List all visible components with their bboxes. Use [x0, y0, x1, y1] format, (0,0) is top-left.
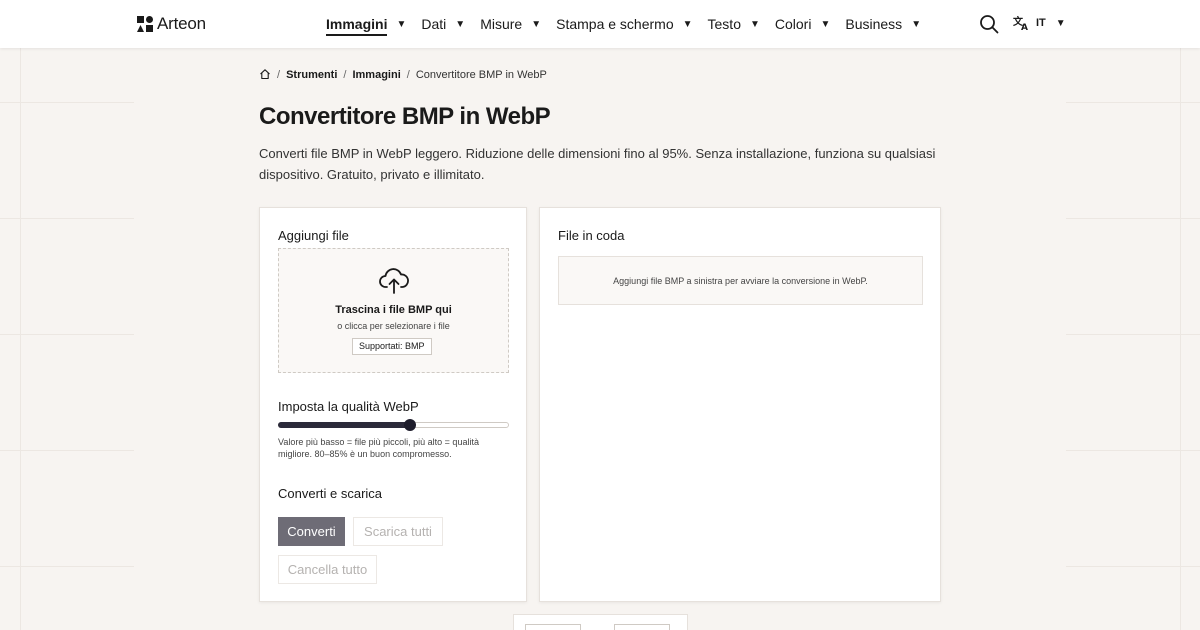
dropzone-subtitle: o clicca per selezionare i file: [337, 321, 450, 331]
dropzone-title: Trascina i file BMP qui: [335, 304, 452, 316]
breadcrumb-separator: /: [343, 69, 347, 81]
nav-item-label: Dati: [421, 16, 447, 32]
breadcrumb-separator: /: [277, 69, 281, 81]
queue-section-title: File in coda: [558, 228, 625, 243]
logo-mark-icon: [137, 16, 153, 32]
nav-item-business[interactable]: Business ▼: [845, 16, 921, 32]
top-navigation-bar: Arteon Immagini ▼ Dati ▼ Misure ▼ Stampa…: [0, 0, 1200, 48]
home-icon[interactable]: [259, 68, 271, 80]
nav-item-label: Immagini: [326, 16, 388, 36]
quality-section-title: Imposta la qualità WebP: [278, 399, 419, 414]
quality-hint: Valore più basso = file più piccoli, più…: [278, 437, 479, 459]
nav-item-testo[interactable]: Testo ▼: [708, 16, 760, 32]
breadcrumb: / Strumenti / Immagini / Convertitore BM…: [259, 68, 547, 81]
converter-controls-card: Aggiungi file Trascina i file BMP qui o …: [259, 207, 527, 602]
main-nav: Immagini ▼ Dati ▼ Misure ▼ Stampa e sche…: [326, 0, 936, 48]
language-selector[interactable]: 文 A IT ▼: [1013, 15, 1066, 31]
nav-item-label: Testo: [707, 16, 741, 32]
caret-down-icon: ▼: [1055, 17, 1066, 29]
caret-down-icon: ▼: [396, 18, 407, 30]
breadcrumb-separator: /: [406, 69, 410, 81]
logo-text: Arteon: [157, 14, 206, 33]
clear-all-button[interactable]: Cancella tutto: [278, 555, 377, 584]
download-all-button[interactable]: Scarica tutti: [353, 517, 443, 546]
queue-empty-state: Aggiungi file BMP a sinistra per avviare…: [558, 256, 923, 305]
nav-item-label: Stampa e schermo: [556, 16, 674, 32]
nav-item-misure[interactable]: Misure ▼: [480, 16, 541, 32]
caret-down-icon: ▼: [682, 18, 693, 30]
page-title: Convertitore BMP in WebP: [259, 103, 551, 130]
breadcrumb-current: Convertitore BMP in WebP: [415, 69, 547, 81]
caret-down-icon: ▼: [820, 18, 831, 30]
caret-down-icon: ▼: [911, 18, 922, 30]
breadcrumb-link-strumenti[interactable]: Strumenti: [286, 69, 337, 81]
partial-control[interactable]: [525, 624, 581, 630]
upload-section-title: Aggiungi file: [278, 228, 349, 243]
nav-item-label: Business: [845, 16, 903, 32]
language-code: IT: [1036, 17, 1046, 29]
convert-button[interactable]: Converti: [278, 517, 345, 546]
bottom-partial-panel: [513, 614, 688, 630]
caret-down-icon: ▼: [455, 18, 466, 30]
page-container: / Strumenti / Immagini / Convertitore BM…: [134, 48, 1066, 630]
breadcrumb-link-immagini[interactable]: Immagini: [352, 69, 400, 81]
quality-slider[interactable]: [278, 419, 509, 431]
supported-formats-badge: Supportati: BMP: [352, 338, 432, 355]
nav-item-immagini[interactable]: Immagini ▼: [326, 12, 406, 36]
logo[interactable]: Arteon: [137, 14, 206, 34]
page-description: Converti file BMP in WebP leggero. Riduz…: [259, 146, 936, 182]
search-icon[interactable]: [979, 14, 999, 34]
slider-thumb[interactable]: [403, 419, 416, 431]
nav-item-colori[interactable]: Colori ▼: [775, 16, 830, 32]
caret-down-icon: ▼: [531, 18, 542, 30]
actions-section-title: Converti e scarica: [278, 486, 383, 501]
file-dropzone[interactable]: Trascina i file BMP qui o clicca per sel…: [278, 248, 509, 373]
queue-card: File in coda Aggiungi file BMP a sinistr…: [539, 207, 941, 602]
slider-fill: [278, 422, 410, 428]
partial-control[interactable]: [614, 624, 670, 630]
nav-item-label: Misure: [480, 16, 523, 32]
nav-item-label: Colori: [774, 16, 812, 32]
cloud-upload-icon: [379, 268, 409, 294]
caret-down-icon: ▼: [749, 18, 760, 30]
svg-text:A: A: [1021, 23, 1028, 31]
translate-icon: 文 A: [1013, 15, 1028, 31]
nav-item-stampa-e-schermo[interactable]: Stampa e schermo ▼: [556, 16, 692, 32]
nav-item-dati[interactable]: Dati ▼: [421, 16, 465, 32]
